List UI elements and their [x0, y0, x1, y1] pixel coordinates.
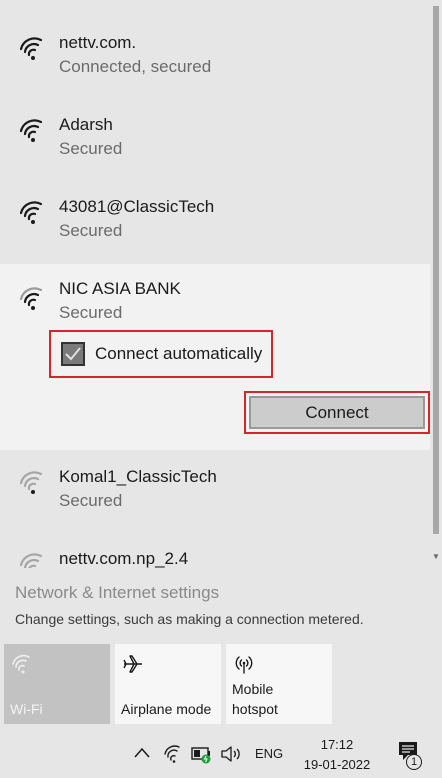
network-settings-link[interactable]: Network & Internet settings: [15, 583, 219, 603]
network-item-komal1-classictech[interactable]: Komal1_ClassicTech Secured: [0, 456, 430, 526]
network-name: Komal1_ClassicTech: [59, 467, 217, 486]
network-item-43081-classictech[interactable]: 43081@ClassicTech Secured: [0, 186, 430, 256]
clock-date[interactable]: 19-01-2022: [298, 757, 376, 772]
network-tray-icon[interactable]: [163, 744, 183, 764]
network-status: Secured: [59, 221, 123, 240]
connect-button[interactable]: Connect: [249, 396, 425, 429]
airplane-icon: [123, 655, 142, 673]
notification-count-badge: 1: [406, 754, 422, 770]
hotspot-label-line1: Mobile: [232, 681, 274, 697]
network-name: 43081@ClassicTech: [59, 197, 215, 216]
network-status: Secured: [59, 139, 123, 158]
network-list: nettv.com. Connected, secured Adarsh Sec…: [0, 0, 430, 568]
scrollbar-thumb[interactable]: [433, 6, 439, 534]
wifi-signal-icon: [19, 471, 43, 494]
connect-automatically-option[interactable]: Connect automatically: [49, 330, 273, 378]
checkmark-icon: [65, 347, 81, 361]
wifi-signal-icon: [19, 119, 43, 142]
network-settings-description: Change settings, such as making a connec…: [15, 611, 364, 627]
network-status: Secured: [59, 491, 123, 510]
wifi-icon: [12, 654, 30, 674]
wifi-tile-label: Wi-Fi: [10, 701, 43, 717]
chevron-up-icon[interactable]: [133, 746, 151, 760]
connect-automatically-checkbox[interactable]: [61, 342, 85, 366]
network-item-adarsh[interactable]: Adarsh Secured: [0, 104, 430, 174]
network-item-nettv-np-2-4[interactable]: nettv.com.np_2.4: [0, 538, 430, 568]
network-name: Adarsh: [59, 115, 113, 134]
wifi-signal-icon: [19, 287, 43, 310]
input-language-indicator[interactable]: ENG: [255, 746, 283, 761]
hotspot-label-line2: hotspot: [232, 701, 278, 717]
hotspot-icon: [235, 656, 253, 674]
wifi-signal-icon: [19, 201, 43, 224]
wifi-toggle-tile[interactable]: Wi-Fi: [4, 644, 110, 724]
taskbar: ENG 17:12 19-01-2022 1: [0, 730, 442, 778]
mobile-hotspot-tile[interactable]: Mobile hotspot: [226, 644, 332, 724]
scroll-down-arrow-icon[interactable]: ▼: [432, 553, 440, 561]
airplane-mode-tile[interactable]: Airplane mode: [115, 644, 221, 724]
network-list-scrollbar[interactable]: ▼: [430, 0, 442, 568]
network-name: NIC ASIA BANK: [59, 279, 181, 298]
network-status: Connected, secured: [59, 57, 212, 76]
clock-time[interactable]: 17:12: [300, 737, 374, 752]
airplane-tile-label: Airplane mode: [121, 701, 212, 717]
network-name: nettv.com.: [59, 33, 137, 52]
volume-icon[interactable]: [220, 744, 242, 764]
connect-button-highlight: Connect: [244, 391, 430, 434]
wifi-signal-icon: [19, 553, 43, 568]
hotspot-tile-label: Mobile hotspot: [232, 679, 278, 719]
wifi-signal-icon: [19, 37, 43, 60]
network-item-nettv[interactable]: nettv.com. Connected, secured: [0, 22, 430, 92]
network-name: nettv.com.np_2.4: [59, 549, 189, 568]
network-status: Secured: [59, 303, 123, 322]
battery-charging-icon[interactable]: [191, 745, 213, 765]
connect-automatically-label: Connect automatically: [95, 344, 263, 363]
